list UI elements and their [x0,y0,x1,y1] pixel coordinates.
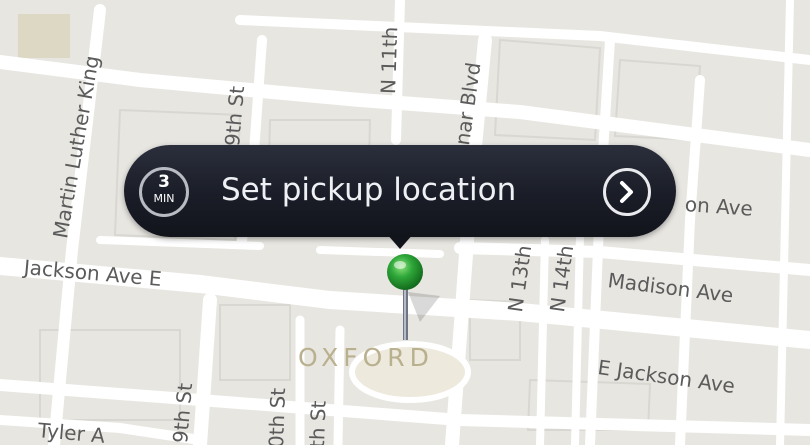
street-label-tyler: Tyler A [36,418,106,445]
chevron-right-icon [620,181,633,203]
pickup-callout[interactable]: 3 MIN Set pickup location [124,145,676,237]
map-pin-icon [387,254,440,340]
eta-badge: 3 MIN [139,167,189,217]
street-label-south-11th: th St [305,400,331,445]
street-label-south-10th: 0th St [264,387,291,445]
eta-value: 3 [158,172,170,192]
confirm-pickup-button[interactable] [603,168,651,216]
street-label-van-buren: on Ave [684,192,754,221]
street-label-n-11th: N 11th [376,26,403,95]
eta-unit: MIN [153,192,175,205]
map-view[interactable]: Martin Luther King 9th St N 11th nar Blv… [0,0,810,445]
callout-pointer [386,233,414,249]
set-pickup-label[interactable]: Set pickup location [221,171,516,209]
pickup-pin[interactable] [380,252,440,352]
